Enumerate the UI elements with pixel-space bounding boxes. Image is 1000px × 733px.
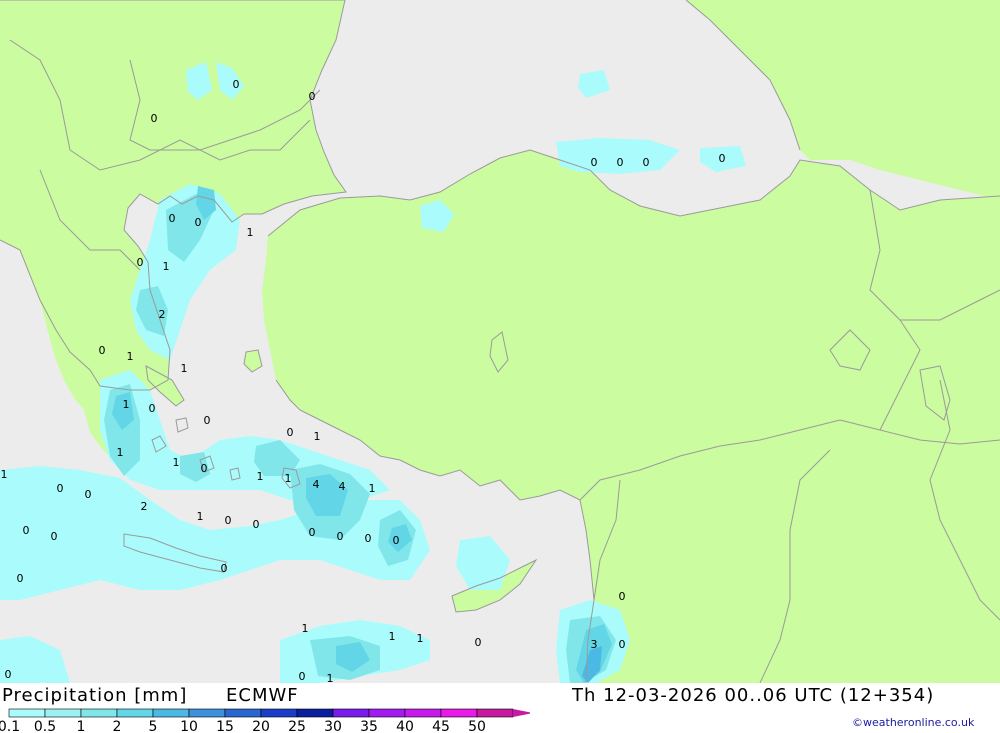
precip-value-label: 0 — [151, 112, 158, 125]
precip-value-label: 0 — [221, 562, 228, 575]
precip-value-label: 1 — [247, 226, 254, 239]
precip-value-label: 4 — [339, 480, 346, 493]
legend-label: 20 — [252, 719, 270, 733]
precipitation-color-scale: 0.1 0.5 1 2 5 10 15 20 25 30 35 40 45 50 — [0, 708, 530, 733]
precip-value-label: 1 — [181, 362, 188, 375]
legend-swatch — [8, 708, 46, 718]
legend-swatch — [440, 708, 478, 718]
precip-value-label: 1 — [417, 632, 424, 645]
precip-value-label: 1 — [314, 430, 321, 443]
legend-swatch — [332, 708, 370, 718]
precip-value-label: 1 — [327, 672, 334, 683]
precip-value-label: 0 — [475, 636, 482, 649]
precip-value-label: 0 — [619, 638, 626, 651]
precip-value-label: 0 — [643, 156, 650, 169]
legend-swatch — [368, 708, 406, 718]
precip-value-label: 0 — [57, 482, 64, 495]
legend-label: 0.1 — [0, 719, 20, 733]
precip-value-label: 1 — [389, 630, 396, 643]
model-name: ECMWF — [226, 685, 299, 706]
precip-value-label: 1 — [123, 398, 130, 411]
legend-swatch — [80, 708, 118, 718]
precip-value-label: 0 — [365, 532, 372, 545]
precip-value-label: 0 — [201, 462, 208, 475]
precip-value-label: 1 — [117, 446, 124, 459]
precip-value-label: 1 — [369, 482, 376, 495]
precip-value-label: 0 — [195, 216, 202, 229]
legend-label: 45 — [432, 719, 450, 733]
precip-value-label: 0 — [617, 156, 624, 169]
precip-value-label: 1 — [302, 622, 309, 635]
legend-swatch — [44, 708, 82, 718]
legend-swatch — [296, 708, 334, 718]
precip-value-label: 0 — [5, 668, 12, 681]
precip-value-label: 0 — [309, 90, 316, 103]
precip-value-label: 2 — [141, 500, 148, 513]
legend-swatch — [404, 708, 442, 718]
precip-value-label: 4 — [313, 478, 320, 491]
precip-value-label: 0 — [225, 514, 232, 527]
precipitation-map: 0 0 0 0 0 0 0 0 0 1 0 1 2 0 1 1 1 0 0 1 0 1 1 0 1 1 4 4 1 1 0 0 2 1 0 0 0 0 0 0… — [0, 0, 1000, 683]
precip-value-label: 1 — [173, 456, 180, 469]
legend-label: 25 — [288, 719, 306, 733]
credit-link[interactable]: ©weatheronline.co.uk — [852, 716, 974, 729]
precip-value-label: 3 — [591, 638, 598, 651]
precip-value-label: 0 — [169, 212, 176, 225]
precip-value-label: 0 — [233, 78, 240, 91]
precip-value-label: 0 — [137, 256, 144, 269]
map-footer: Precipitation [mm] ECMWF Th 12-03-2026 0… — [0, 683, 1000, 733]
legend-swatch — [116, 708, 154, 718]
precip-value-label: 0 — [204, 414, 211, 427]
legend-swatch — [260, 708, 298, 718]
precip-value-label: 1 — [197, 510, 204, 523]
precip-value-label: 0 — [287, 426, 294, 439]
legend-swatch — [476, 708, 514, 718]
legend-label: 35 — [360, 719, 378, 733]
precip-value-label: 2 — [159, 308, 166, 321]
precip-value-label: 0 — [99, 344, 106, 357]
precip-value-label: 1 — [257, 470, 264, 483]
legend-label: 0.5 — [34, 719, 56, 733]
legend-swatch — [188, 708, 226, 718]
legend-label: 10 — [180, 719, 198, 733]
map-title: Precipitation [mm] — [2, 685, 188, 706]
precip-value-label: 0 — [51, 530, 58, 543]
legend-label: 2 — [113, 719, 122, 733]
legend-label: 5 — [149, 719, 158, 733]
precip-value-label: 1 — [127, 350, 134, 363]
legend-label: 30 — [324, 719, 342, 733]
precip-value-label: 1 — [285, 472, 292, 485]
precip-value-label: 0 — [591, 156, 598, 169]
precip-value-label: 0 — [337, 530, 344, 543]
precip-value-label: 1 — [1, 468, 8, 481]
valid-time: Th 12-03-2026 00..06 UTC (12+354) — [572, 685, 935, 706]
precip-value-label: 0 — [309, 526, 316, 539]
legend-label: 1 — [77, 719, 86, 733]
precip-value-label: 0 — [23, 524, 30, 537]
legend-label: 15 — [216, 719, 234, 733]
precip-value-label: 1 — [163, 260, 170, 273]
precip-value-label: 0 — [253, 518, 260, 531]
legend-swatch — [152, 708, 190, 718]
precip-value-label: 0 — [85, 488, 92, 501]
legend-label: 40 — [396, 719, 414, 733]
precip-value-label: 0 — [149, 402, 156, 415]
precip-value-label: 0 — [619, 590, 626, 603]
legend-swatch — [224, 708, 262, 718]
precip-value-label: 0 — [17, 572, 24, 585]
legend-arrow — [513, 709, 530, 717]
precip-value-label: 0 — [393, 534, 400, 547]
legend-label: 50 — [468, 719, 486, 733]
precip-value-label: 0 — [299, 670, 306, 683]
precip-value-label: 0 — [719, 152, 726, 165]
